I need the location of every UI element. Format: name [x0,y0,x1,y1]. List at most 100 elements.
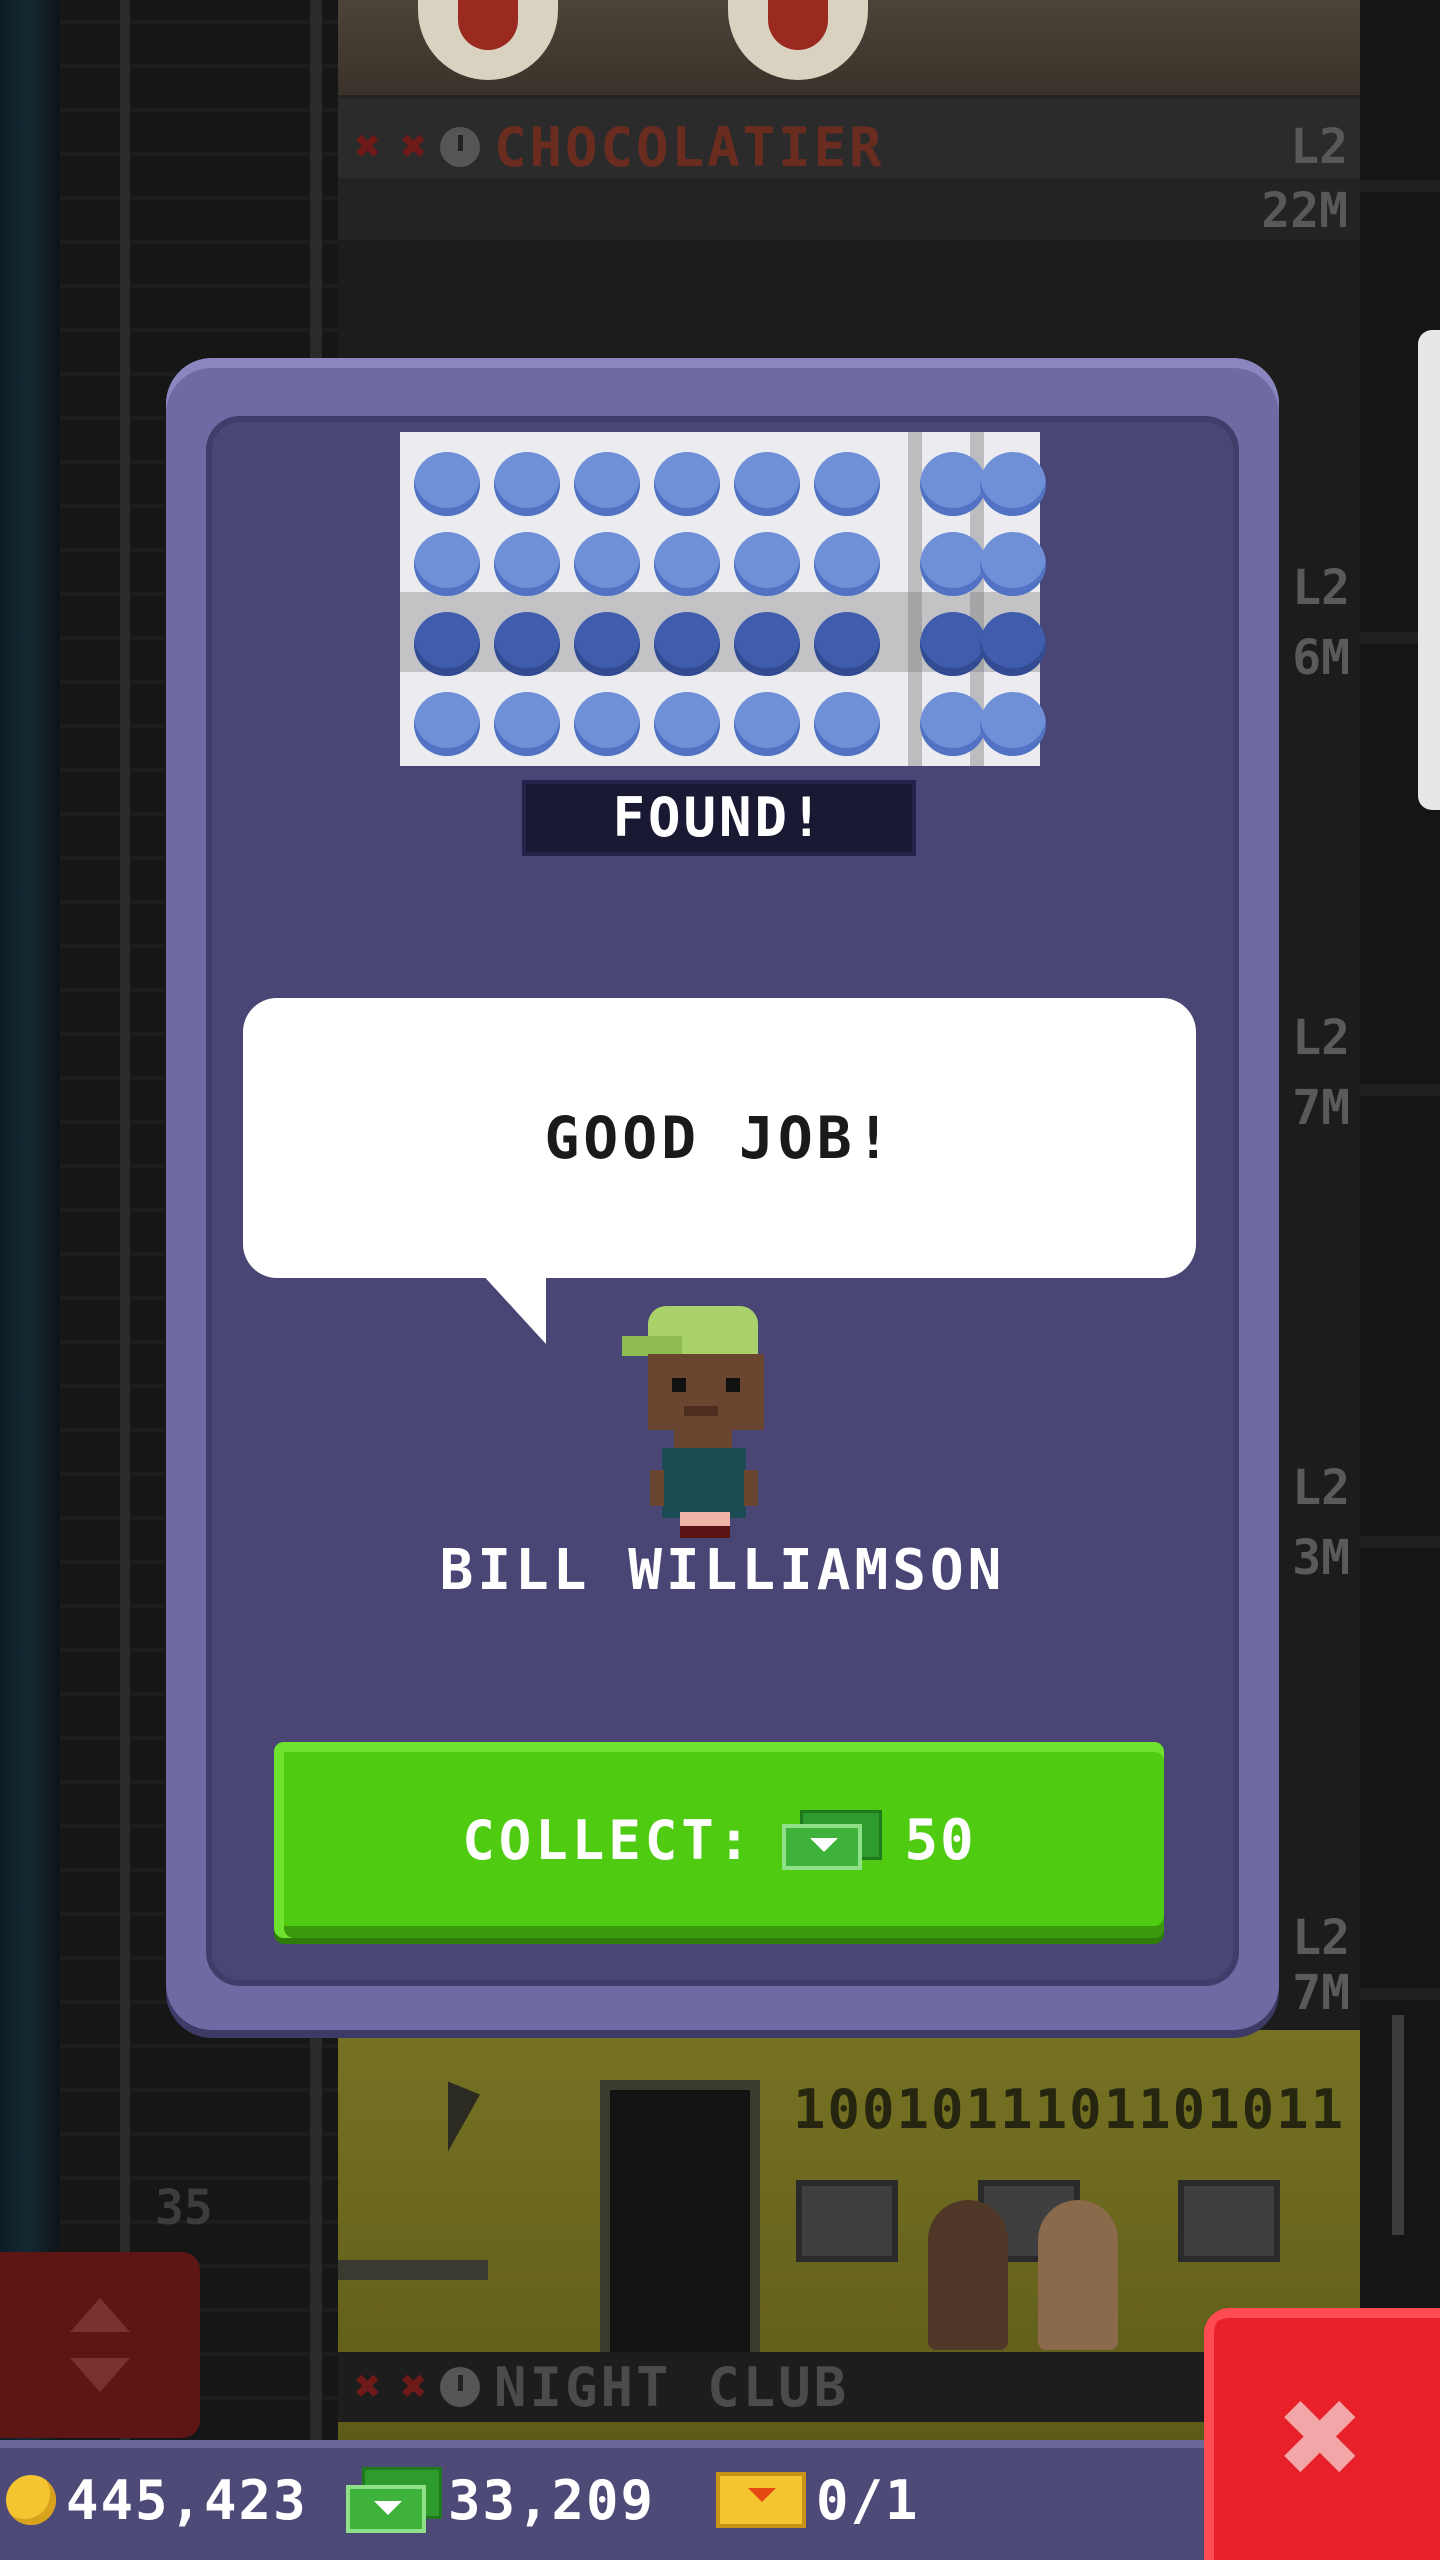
bitizen-worker[interactable] [928,2200,1008,2350]
eye [672,1378,686,1392]
window-tile [414,692,480,756]
legs [680,1512,730,1526]
stock-empty-icon: ✖ [400,2361,428,2412]
clock-icon [440,2367,480,2407]
window-tile [494,692,560,756]
window-tile [414,452,480,516]
window-tile [814,612,880,676]
collect-button[interactable]: COLLECT: 50 [274,1742,1164,1938]
window-tile [734,532,800,596]
speech-text: GOOD JOB! [544,1104,895,1172]
close-icon: ✖ [1279,2356,1365,2519]
window-tile [920,532,986,596]
window-tile [414,612,480,676]
window-tile [494,452,560,516]
cursor-decor [448,2081,480,2165]
computer-desk [796,2180,898,2262]
found-label: FOUND! [522,780,916,856]
floor-name: CHOCOLATIER [494,115,885,179]
stock-empty-icon: ✖ [354,121,382,172]
coins-stat[interactable]: 445,423 [6,2440,308,2560]
shoes [680,1526,730,1538]
window-tile [414,532,480,596]
bux-stat[interactable]: 33,209 [346,2440,655,2560]
floor-level: L2 [1292,1010,1350,1066]
close-button[interactable]: ✖ [1204,2308,1440,2560]
window-tile [654,452,720,516]
collect-amount: 50 [904,1807,976,1873]
eye [726,1378,740,1392]
floor-level: L2 [1292,560,1350,616]
bux-value: 33,209 [448,2468,656,2532]
floor-door [600,2080,760,2380]
coins-value: 445,423 [66,2468,308,2532]
floor-value: 7M [1292,1965,1350,2021]
window-tile [574,452,640,516]
tickets-stat[interactable]: 0/1 [716,2440,920,2560]
floor-value: 22M [1261,183,1348,239]
window-tile [814,532,880,596]
arm [744,1470,758,1506]
window-tile [980,692,1046,756]
window-tile [980,612,1046,676]
bitizen-worker[interactable] [1038,2200,1118,2350]
floor-name: NIGHT CLUB [494,2355,850,2419]
elevator-button[interactable] [0,2252,200,2438]
shirt [662,1448,746,1518]
arrow-up-icon [70,2298,130,2332]
sky-edge [0,0,60,2440]
window-tile [920,612,986,676]
computer-desk [1178,2180,1280,2262]
golden-ticket-icon [716,2472,806,2528]
window-tile [980,532,1046,596]
coin-icon [6,2475,56,2525]
stock-empty-icon: ✖ [354,2361,382,2412]
window-tile [980,452,1046,516]
face [648,1354,764,1430]
window-tile [494,612,560,676]
window-tile [920,692,986,756]
window-tile [654,692,720,756]
bux-icon [782,1810,883,1870]
floor-value-row: 22M [338,176,1360,246]
window-tile [814,692,880,756]
window-tile [734,692,800,756]
window-tile [734,452,800,516]
floor-preview-image [400,432,1046,766]
window-tile [494,532,560,596]
window-tile [920,452,986,516]
window-tile [574,692,640,756]
window-tile [654,612,720,676]
floor-scene [338,0,1360,95]
window-tile [654,532,720,596]
floor-value: 3M [1292,1530,1350,1586]
tower-scrollbar[interactable] [1392,2015,1404,2235]
window-tile [814,452,880,516]
floor-level: L2 [1290,119,1348,175]
floor-level: L2 [1292,1910,1350,1966]
counter-decor [338,2260,488,2280]
side-drawer-handle[interactable] [1418,330,1440,810]
stock-empty-icon: ✖ [400,121,428,172]
cap-brim [622,1336,682,1356]
floor-value: 7M [1292,1080,1350,1136]
speech-bubble: GOOD JOB! [243,998,1196,1278]
floor-value: 6M [1292,630,1350,686]
clock-icon [440,127,480,167]
window-tile [734,612,800,676]
binary-sign: 1001011101101011 [793,2078,1346,2141]
bux-icon [346,2467,442,2533]
bitizen-avatar [622,1306,782,1538]
arm [650,1470,664,1506]
floor-level: L2 [1292,1460,1350,1516]
tickets-value: 0/1 [816,2468,920,2532]
floor-label-chocolatier: ✖ ✖ CHOCOLATIER L2 [338,112,1360,182]
floor-number: 35 [155,2180,213,2236]
chocolate-egg-decor [418,0,558,80]
chocolate-egg-decor [728,0,868,80]
arrow-down-icon [70,2358,130,2392]
mouth [684,1406,718,1416]
speech-bubble-tail [480,1272,546,1344]
bitizen-name: BILL WILLIAMSON [439,1538,1006,1603]
window-tile [574,612,640,676]
